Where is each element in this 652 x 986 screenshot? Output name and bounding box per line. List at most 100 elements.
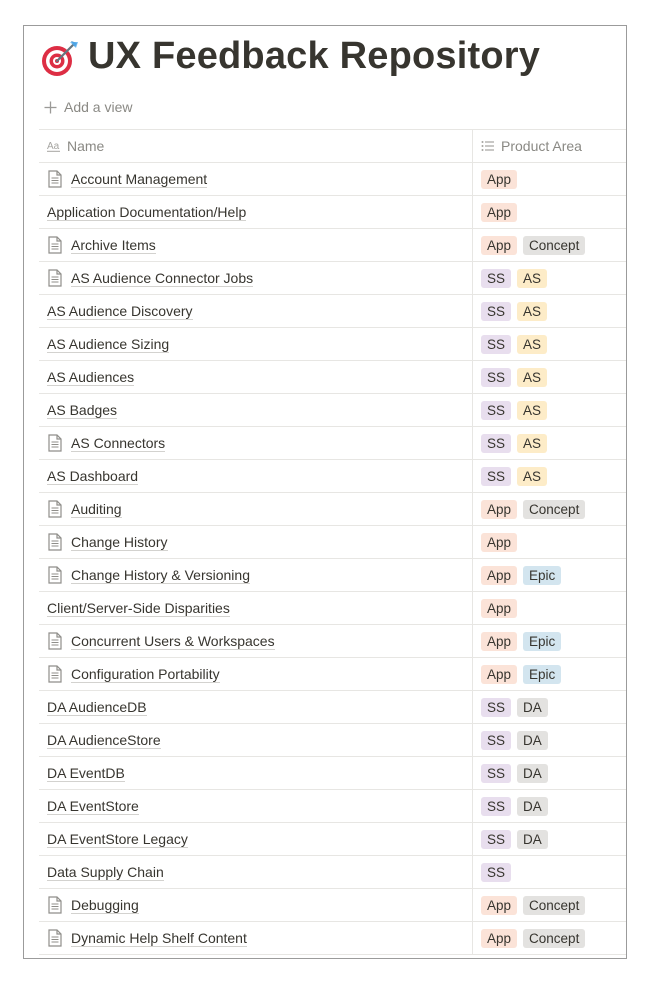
add-view-button[interactable]: Add a view xyxy=(44,96,132,118)
name-cell[interactable]: Change History & Versioning xyxy=(39,559,473,591)
table-row[interactable]: Dynamic Help Shelf Content App Concept xyxy=(39,921,626,955)
product-area-cell[interactable]: SS AS xyxy=(473,394,626,426)
row-title[interactable]: Auditing xyxy=(71,501,122,518)
product-area-cell[interactable]: SS AS xyxy=(473,460,626,492)
row-title[interactable]: Client/Server-Side Disparities xyxy=(47,600,230,617)
row-title[interactable]: AS Dashboard xyxy=(47,468,139,485)
table-row[interactable]: AS Audiences SS AS xyxy=(39,360,626,393)
name-cell[interactable]: AS Audience Connector Jobs xyxy=(39,262,473,294)
product-area-cell[interactable]: SS AS xyxy=(473,361,626,393)
row-title[interactable]: AS Badges xyxy=(47,402,118,419)
row-title[interactable]: Concurrent Users & Workspaces xyxy=(71,633,275,650)
table-row[interactable]: Account Management App xyxy=(39,162,626,195)
table-row[interactable]: Configuration Portability App Epic xyxy=(39,657,626,690)
name-cell[interactable]: DA EventStore xyxy=(39,790,473,822)
row-title[interactable]: DA EventDB xyxy=(47,765,125,782)
row-title[interactable]: Configuration Portability xyxy=(71,666,220,683)
table-row[interactable]: DA AudienceStore SS DA xyxy=(39,723,626,756)
table-row[interactable]: Application Documentation/Help App xyxy=(39,195,626,228)
product-area-cell[interactable]: App Epic xyxy=(473,625,626,657)
table-row[interactable]: Client/Server-Side Disparities App xyxy=(39,591,626,624)
name-cell[interactable]: DA AudienceDB xyxy=(39,691,473,723)
name-cell[interactable]: Client/Server-Side Disparities xyxy=(39,592,473,624)
table-row[interactable]: Concurrent Users & Workspaces App Epic xyxy=(39,624,626,657)
table-row[interactable]: AS Audience Discovery SS AS xyxy=(39,294,626,327)
product-area-cell[interactable]: SS DA xyxy=(473,724,626,756)
row-title[interactable]: DA AudienceDB xyxy=(47,699,147,716)
row-title[interactable]: AS Audiences xyxy=(47,369,135,386)
name-cell[interactable]: AS Audience Sizing xyxy=(39,328,473,360)
row-title[interactable]: DA EventStore Legacy xyxy=(47,831,188,848)
name-cell[interactable]: Data Supply Chain xyxy=(39,856,473,888)
row-title[interactable]: Debugging xyxy=(71,897,139,914)
column-header-product-area[interactable]: Product Area xyxy=(473,130,626,162)
table-row[interactable]: Data Supply Chain SS xyxy=(39,855,626,888)
product-area-cell[interactable]: SS xyxy=(473,856,626,888)
row-title[interactable]: AS Connectors xyxy=(71,435,166,452)
product-area-cell[interactable]: App xyxy=(473,592,626,624)
product-area-cell[interactable]: App Epic xyxy=(473,658,626,690)
name-cell[interactable]: Concurrent Users & Workspaces xyxy=(39,625,473,657)
product-area-cell[interactable]: App xyxy=(473,526,626,558)
table-row[interactable]: DA EventDB SS DA xyxy=(39,756,626,789)
table-row[interactable]: AS Connectors SS AS xyxy=(39,426,626,459)
name-cell[interactable]: AS Badges xyxy=(39,394,473,426)
product-area-cell[interactable]: SS AS xyxy=(473,262,626,294)
column-header-name[interactable]: Aa Name xyxy=(39,130,473,162)
product-area-cell[interactable]: App Concept xyxy=(473,922,626,954)
name-cell[interactable]: Configuration Portability xyxy=(39,658,473,690)
table-row[interactable]: Debugging App Concept xyxy=(39,888,626,921)
name-cell[interactable]: Application Documentation/Help xyxy=(39,196,473,228)
table-row[interactable]: Archive Items App Concept xyxy=(39,228,626,261)
product-area-cell[interactable]: App Epic xyxy=(473,559,626,591)
row-title[interactable]: Change History & Versioning xyxy=(71,567,250,584)
name-cell[interactable]: Dynamic Help Shelf Content xyxy=(39,922,473,954)
row-title[interactable]: Change History xyxy=(71,534,168,551)
table-row[interactable]: AS Badges SS AS xyxy=(39,393,626,426)
row-title[interactable]: DA EventStore xyxy=(47,798,139,815)
name-cell[interactable]: Change History xyxy=(39,526,473,558)
product-area-cell[interactable]: SS DA xyxy=(473,757,626,789)
table-row[interactable]: DA EventStore Legacy SS DA xyxy=(39,822,626,855)
product-area-cell[interactable]: SS DA xyxy=(473,691,626,723)
product-area-cell[interactable]: App xyxy=(473,196,626,228)
name-cell[interactable]: DA EventDB xyxy=(39,757,473,789)
name-cell[interactable]: AS Audiences xyxy=(39,361,473,393)
product-area-cell[interactable]: SS DA xyxy=(473,823,626,855)
name-cell[interactable]: Account Management xyxy=(39,163,473,195)
row-title[interactable]: Data Supply Chain xyxy=(47,864,164,881)
name-cell[interactable]: AS Connectors xyxy=(39,427,473,459)
name-cell[interactable]: Debugging xyxy=(39,889,473,921)
row-title[interactable]: Application Documentation/Help xyxy=(47,204,247,221)
table-row[interactable]: Change History & Versioning App Epic xyxy=(39,558,626,591)
row-title[interactable]: AS Audience Sizing xyxy=(47,336,170,353)
name-cell[interactable]: Auditing xyxy=(39,493,473,525)
row-title[interactable]: AS Audience Discovery xyxy=(47,303,193,320)
table-row[interactable]: Auditing App Concept xyxy=(39,492,626,525)
product-area-cell[interactable]: App xyxy=(473,163,626,195)
table-row[interactable]: DA EventStore SS DA xyxy=(39,789,626,822)
product-area-cell[interactable]: SS DA xyxy=(473,790,626,822)
name-cell[interactable]: AS Dashboard xyxy=(39,460,473,492)
name-cell[interactable]: DA EventStore Legacy xyxy=(39,823,473,855)
name-cell[interactable]: DA AudienceStore xyxy=(39,724,473,756)
table-row[interactable]: AS Dashboard SS AS xyxy=(39,459,626,492)
table-row[interactable]: DA AudienceDB SS DA xyxy=(39,690,626,723)
row-title[interactable]: Account Management xyxy=(71,171,208,188)
product-area-cell[interactable]: App Concept xyxy=(473,889,626,921)
name-cell[interactable]: AS Audience Discovery xyxy=(39,295,473,327)
row-title[interactable]: Dynamic Help Shelf Content xyxy=(71,930,247,947)
row-title[interactable]: DA AudienceStore xyxy=(47,732,161,749)
product-area-cell[interactable]: SS AS xyxy=(473,427,626,459)
dart-target-icon[interactable] xyxy=(40,38,80,78)
product-area-cell[interactable]: App Concept xyxy=(473,493,626,525)
name-cell[interactable]: Archive Items xyxy=(39,229,473,261)
row-title[interactable]: Archive Items xyxy=(71,237,156,254)
row-title[interactable]: AS Audience Connector Jobs xyxy=(71,270,254,287)
product-area-cell[interactable]: SS AS xyxy=(473,328,626,360)
product-area-cell[interactable]: App Concept xyxy=(473,229,626,261)
product-area-cell[interactable]: SS AS xyxy=(473,295,626,327)
table-row[interactable]: AS Audience Connector Jobs SS AS xyxy=(39,261,626,294)
table-row[interactable]: AS Audience Sizing SS AS xyxy=(39,327,626,360)
table-row[interactable]: Change History App xyxy=(39,525,626,558)
